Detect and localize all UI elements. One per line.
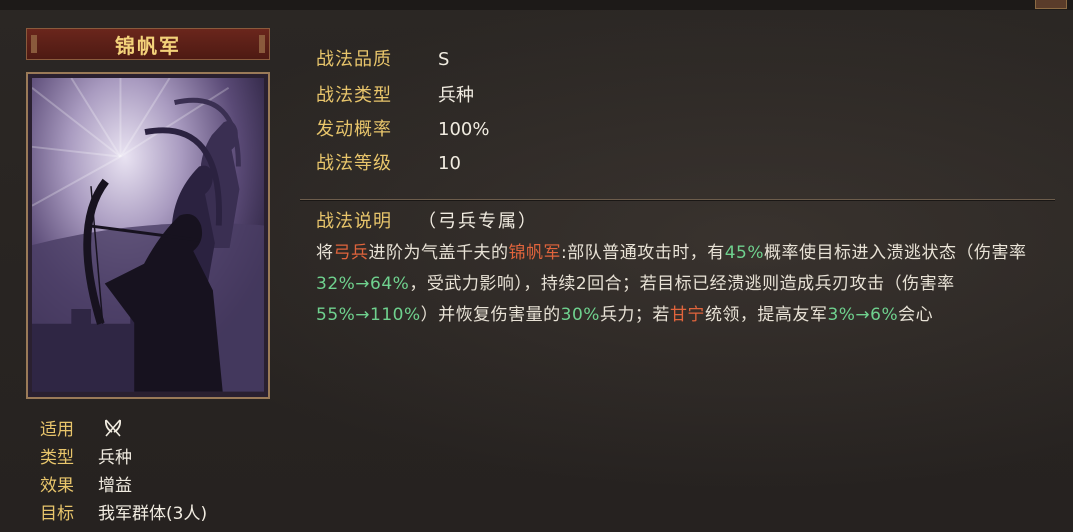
attr-value: 兵种 <box>98 448 132 468</box>
description-header: 战法说明 （弓兵专属） <box>316 208 538 236</box>
archer-silhouette-illustration <box>32 78 264 392</box>
description-text: 概率使目标进入溃逃状态（伤害率 <box>764 243 1027 263</box>
highlight-keyword: 弓兵 <box>333 243 369 263</box>
info-row-level: 战法等级 10 <box>316 150 461 178</box>
info-label: 发动概率 <box>316 119 392 140</box>
description-text: 会心 <box>898 305 934 325</box>
divider-shadow <box>300 200 1055 201</box>
card-title-text: 锦帆军 <box>115 33 181 58</box>
crossed-bows-icon <box>105 419 122 437</box>
highlight-keyword: 甘宁 <box>669 305 705 325</box>
info-value: S <box>438 49 450 70</box>
attr-label: 目标 <box>40 504 74 524</box>
close-icon[interactable] <box>1035 0 1067 9</box>
info-value: 100% <box>438 119 490 140</box>
highlight-keyword: 锦帆军 <box>508 243 561 263</box>
description-body: 将弓兵进阶为气盖千夫的锦帆军:部队普通攻击时，有45%概率使目标进入溃逃状态（伤… <box>316 238 1046 331</box>
info-row-category: 战法类型 兵种 <box>316 82 474 110</box>
attr-value: 我军群体(3人) <box>98 504 208 524</box>
info-row-trigger-rate: 发动概率 100% <box>316 116 489 144</box>
description-text: 兵力；若 <box>599 305 670 325</box>
description-text: 进阶为气盖千夫的 <box>368 243 509 263</box>
info-value: 10 <box>438 153 461 174</box>
highlight-number: 32%→64% <box>316 274 410 294</box>
info-label: 战法品质 <box>316 49 392 70</box>
attr-row-applicable: 适用 <box>40 418 123 442</box>
description-text: 统领，提高友军 <box>704 305 828 325</box>
description-text: ）并恢复伤害量的 <box>420 305 561 325</box>
highlight-number: 30% <box>560 305 600 325</box>
highlight-number: 55%→110% <box>316 305 421 325</box>
description-tag: （弓兵专属） <box>418 211 538 232</box>
attr-row-type: 类型 兵种 <box>40 446 132 470</box>
highlight-number: 3%→6% <box>827 305 899 325</box>
info-label: 战法类型 <box>316 85 392 106</box>
info-row-quality: 战法品质 S <box>316 46 449 74</box>
attr-value: 增益 <box>98 476 132 496</box>
attr-label: 适用 <box>40 420 74 440</box>
top-bar <box>0 0 1073 10</box>
attr-label: 效果 <box>40 476 74 496</box>
attr-row-target: 目标 我军群体(3人) <box>40 502 207 526</box>
description-label: 战法说明 <box>316 211 392 232</box>
info-value: 兵种 <box>438 85 474 106</box>
description-text: 将 <box>316 243 334 263</box>
description-text: ，受武力影响），持续2回合；若目标已经溃逃则造成兵刃攻击（伤害率 <box>409 274 955 294</box>
attr-label: 类型 <box>40 448 74 468</box>
attr-row-effect: 效果 增益 <box>40 474 132 498</box>
highlight-number: 45% <box>724 243 765 263</box>
description-text: :部队普通攻击时，有 <box>561 243 725 263</box>
card-artwork-frame <box>26 72 270 399</box>
card-title: 锦帆军 <box>26 28 270 60</box>
info-label: 战法等级 <box>316 153 392 174</box>
